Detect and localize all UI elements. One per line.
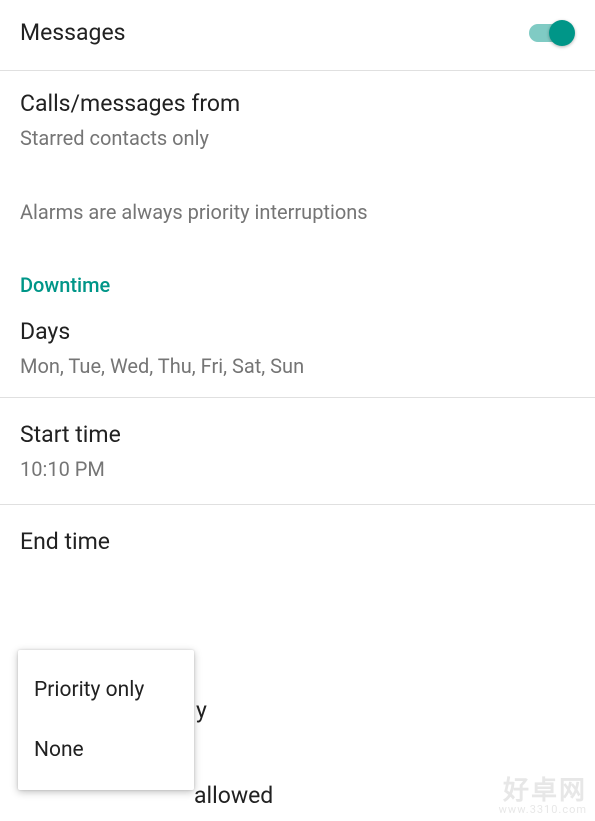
days-subtitle: Mon, Tue, Wed, Thu, Fri, Sat, Sun <box>20 353 575 379</box>
end-time-title: End time <box>20 527 575 557</box>
toggle-thumb <box>549 20 575 46</box>
messages-toggle[interactable] <box>529 19 575 47</box>
days-row[interactable]: Days Mon, Tue, Wed, Thu, Fri, Sat, Sun <box>0 307 595 398</box>
interruptions-popup: Priority only None <box>18 650 194 790</box>
calls-messages-from-row[interactable]: Calls/messages from Starred contacts onl… <box>0 71 595 169</box>
messages-row[interactable]: Messages <box>0 0 595 71</box>
alarms-note: Alarms are always priority interruptions <box>0 169 595 245</box>
days-title: Days <box>20 317 575 347</box>
watermark-main: 好卓网 <box>499 778 587 804</box>
popup-item-priority-only[interactable]: Priority only <box>18 660 194 720</box>
end-time-row[interactable]: End time <box>0 505 595 575</box>
start-time-subtitle: 10:10 PM <box>20 456 575 482</box>
obscured-text-fragment-2: allowed <box>194 782 273 809</box>
watermark-sub: www.3310.com <box>499 804 587 815</box>
calls-from-title: Calls/messages from <box>20 89 575 119</box>
downtime-header: Downtime <box>0 245 595 307</box>
obscured-text-fragment-1: y <box>196 697 207 724</box>
messages-label: Messages <box>20 18 126 48</box>
popup-item-none[interactable]: None <box>18 720 194 780</box>
watermark: 好卓网 www.3310.com <box>499 778 587 815</box>
start-time-row[interactable]: Start time 10:10 PM <box>0 398 595 505</box>
start-time-title: Start time <box>20 420 575 450</box>
calls-from-subtitle: Starred contacts only <box>20 125 575 151</box>
